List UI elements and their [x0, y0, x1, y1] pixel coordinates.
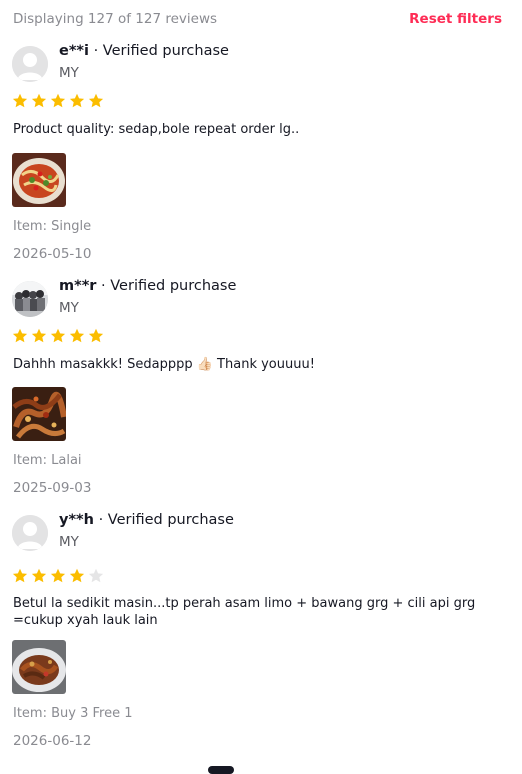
- star-filled-icon: [31, 93, 47, 108]
- star-rating: [12, 93, 104, 109]
- star-filled-icon: [31, 568, 47, 583]
- star-filled-icon: [69, 568, 85, 583]
- review-item: m**r · Verified purchase MY Dahhh masakk…: [0, 273, 522, 507]
- reviewer-username: y**h: [59, 512, 94, 528]
- verified-purchase-badge: · Verified purchase: [101, 278, 237, 294]
- star-filled-icon: [88, 93, 104, 108]
- item-variant: Item: Lalai: [13, 453, 82, 468]
- item-label: Item:: [13, 453, 47, 468]
- reset-filters-link[interactable]: Reset filters: [409, 11, 502, 27]
- verified-purchase-badge: · Verified purchase: [93, 43, 229, 59]
- reviews-summary-bar: Displaying 127 of 127 reviews Reset filt…: [0, 0, 522, 38]
- star-rating: [12, 328, 104, 344]
- star-filled-icon: [12, 328, 28, 343]
- reviewer-username: e**i: [59, 43, 89, 59]
- default-avatar-icon[interactable]: [12, 515, 48, 551]
- star-filled-icon: [31, 328, 47, 343]
- item-variant: Item: Buy 3 Free 1: [13, 706, 133, 721]
- review-text: Dahhh masakkk! Sedapppp 👍🏻 Thank youuuu!: [13, 357, 315, 372]
- reviewer-name-line: m**r · Verified purchase: [59, 278, 236, 294]
- star-filled-icon: [12, 568, 28, 583]
- item-value: Single: [51, 219, 92, 234]
- item-value: Lalai: [51, 453, 82, 468]
- star-filled-icon: [50, 93, 66, 108]
- item-variant: Item: Single: [13, 219, 91, 234]
- review-item: y**h · Verified purchase MY Betul la sed…: [0, 507, 522, 762]
- star-empty-icon: [88, 568, 104, 583]
- reviewer-country: MY: [59, 65, 79, 81]
- review-date: 2025-09-03: [13, 480, 92, 496]
- reviewer-username: m**r: [59, 278, 97, 294]
- review-text: Betul la sedikit masin...tp perah asam l…: [13, 596, 476, 628]
- star-filled-icon: [88, 328, 104, 343]
- star-filled-icon: [69, 93, 85, 108]
- review-photo[interactable]: [12, 153, 66, 207]
- review-photo[interactable]: [12, 387, 66, 441]
- scroll-indicator: [208, 766, 234, 774]
- reviewer-name-line: y**h · Verified purchase: [59, 512, 234, 528]
- review-photo[interactable]: [12, 640, 66, 694]
- star-filled-icon: [50, 568, 66, 583]
- default-avatar-icon[interactable]: [12, 46, 48, 82]
- reviewer-country: MY: [59, 300, 79, 316]
- review-date: 2026-06-12: [13, 733, 92, 749]
- reviewer-name-line: e**i · Verified purchase: [59, 43, 229, 59]
- review-item: e**i · Verified purchase MY Product qual…: [0, 38, 522, 273]
- review-date: 2026-05-10: [13, 246, 92, 262]
- reviewer-country: MY: [59, 534, 79, 550]
- reviews-count-text: Displaying 127 of 127 reviews: [13, 11, 218, 27]
- star-rating: [12, 568, 104, 584]
- review-text: Product quality: sedap,bole repeat order…: [13, 122, 300, 137]
- item-label: Item:: [13, 219, 47, 234]
- verified-purchase-badge: · Verified purchase: [98, 512, 234, 528]
- photo-avatar[interactable]: [12, 281, 48, 317]
- star-filled-icon: [12, 93, 28, 108]
- item-value: Buy 3 Free 1: [51, 706, 133, 721]
- star-filled-icon: [50, 328, 66, 343]
- item-label: Item:: [13, 706, 47, 721]
- star-filled-icon: [69, 328, 85, 343]
